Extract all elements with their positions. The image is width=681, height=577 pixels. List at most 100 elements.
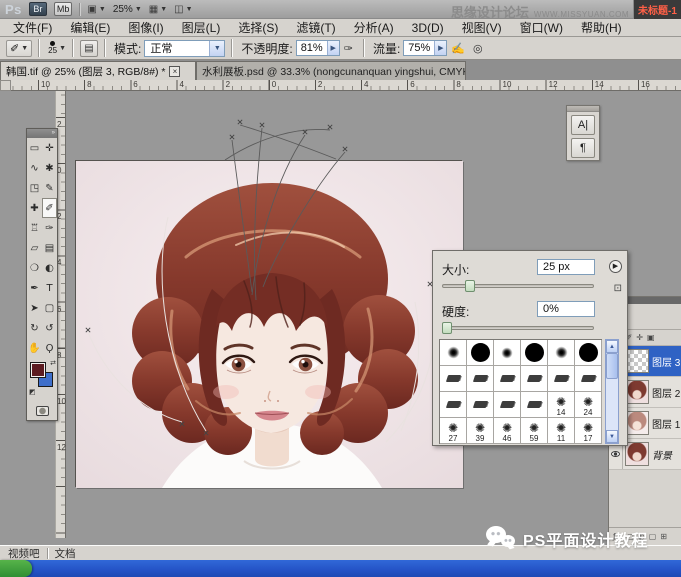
layer-thumbnail[interactable] [625, 349, 649, 373]
brush-preset[interactable] [467, 366, 494, 392]
brush-preset-11[interactable]: ✺11 [548, 418, 575, 444]
brush-hardness-input[interactable]: 0% [537, 301, 595, 317]
group-icon[interactable]: ▢ [649, 532, 657, 541]
brush-preset[interactable] [494, 392, 521, 418]
layer-thumbnail[interactable] [625, 380, 649, 404]
start-button[interactable] [0, 560, 32, 577]
menu-select[interactable]: 选择(S) [229, 19, 287, 36]
dock-header[interactable] [567, 106, 599, 112]
flow-input[interactable]: 75%▶ [403, 40, 447, 56]
brush-preset-59[interactable]: ✺59 [521, 418, 548, 444]
close-icon[interactable]: × [169, 66, 180, 77]
brush-hardness-slider[interactable] [442, 326, 594, 330]
lock-all-icon[interactable]: ▣ [647, 333, 655, 342]
menu-3d[interactable]: 3D(D) [403, 21, 453, 35]
scrollbar-thumb[interactable] [606, 353, 618, 379]
tool-brush[interactable]: ✐ [42, 198, 57, 218]
tool-hand[interactable]: ✋ [27, 338, 42, 358]
zoom-level-button[interactable]: 25%▼ [113, 4, 142, 15]
slider-thumb[interactable] [442, 322, 452, 334]
brush-size-input[interactable]: 25 px [537, 259, 595, 275]
brush-preset[interactable] [467, 392, 494, 418]
tool-move[interactable]: ✛ [42, 138, 57, 158]
brush-preset-17[interactable]: ✺17 [575, 418, 602, 444]
default-colors-icon[interactable]: ◩ [29, 388, 36, 396]
menu-window[interactable]: 窗口(W) [511, 19, 572, 36]
brush-preset-14[interactable]: ✺14 [548, 392, 575, 418]
tool-path-selection[interactable]: ➤ [27, 298, 42, 318]
brush-preset[interactable] [575, 366, 602, 392]
tool-eraser[interactable]: ▱ [27, 238, 42, 258]
brush-preset[interactable] [521, 340, 548, 366]
screen-mode-button[interactable]: ◫▼ [174, 4, 192, 15]
doc-tab-active[interactable]: 韩国.tif @ 25% (图层 3, RGB/8#) * × [0, 61, 196, 80]
tool-pen[interactable]: ✒ [27, 278, 42, 298]
brush-preset-27[interactable]: ✺27 [440, 418, 467, 444]
tool-lasso[interactable]: ∿ [27, 158, 42, 178]
tool-3d-orbit[interactable]: ↺ [42, 318, 57, 338]
tool-zoom[interactable]: Ϙ [42, 338, 57, 358]
horizontal-ruler[interactable]: 1086420246810121416 [0, 80, 681, 91]
tablet-size-icon[interactable]: ◎ [473, 42, 483, 55]
doc-tab-inactive[interactable]: 水利展板.psd @ 33.3% (nongcunanquan yingshui… [196, 61, 466, 80]
brush-preset[interactable] [440, 366, 467, 392]
brush-preset[interactable] [521, 392, 548, 418]
lock-move-icon[interactable]: ✛ [636, 333, 643, 342]
tool-rectangular-marquee[interactable]: ▭ [27, 138, 42, 158]
menu-analysis[interactable]: 分析(A) [345, 19, 403, 36]
airbrush-icon[interactable]: ✍ [451, 42, 465, 55]
brush-preset[interactable] [521, 366, 548, 392]
layer-thumbnail[interactable] [625, 411, 649, 435]
tool-spot-healing-brush[interactable]: ✚ [27, 198, 42, 218]
tool-history-brush[interactable]: ✑ [42, 218, 57, 238]
tool-rectangle-shape[interactable]: ▢ [42, 298, 57, 318]
arrange-documents-button[interactable]: ▣▼ [87, 4, 105, 15]
brush-preset[interactable] [494, 340, 521, 366]
brush-preset[interactable] [440, 340, 467, 366]
tool-quick-selection[interactable]: ✱ [42, 158, 57, 178]
menu-view[interactable]: 视图(V) [453, 19, 511, 36]
preset-scrollbar[interactable]: ▲ ▼ [605, 339, 619, 444]
tool-type[interactable]: T [42, 278, 57, 298]
scroll-down-icon[interactable]: ▼ [606, 430, 618, 443]
untitled-doc-badge[interactable]: 未标题-1 [633, 0, 681, 19]
menu-filter[interactable]: 滤镜(T) [287, 19, 344, 36]
menu-image[interactable]: 图像(I) [119, 19, 172, 36]
scroll-up-icon[interactable]: ▲ [606, 340, 618, 353]
quick-mask-button[interactable] [27, 402, 57, 420]
layer-thumbnail[interactable] [625, 442, 649, 466]
brush-preset-preview[interactable]: 25 [48, 41, 57, 55]
menu-layer[interactable]: 图层(L) [173, 19, 230, 36]
document-canvas[interactable] [75, 160, 462, 487]
character-panel-button[interactable]: A| [571, 115, 595, 135]
tool-preset-picker[interactable]: ✐▼ [6, 40, 32, 57]
menu-help[interactable]: 帮助(H) [572, 19, 631, 36]
tool-eyedropper[interactable]: ✎ [42, 178, 57, 198]
tool-crop[interactable]: ◳ [27, 178, 42, 198]
toggle-brush-panel-button[interactable]: ▤ [80, 40, 98, 57]
tool-3d-rotate[interactable]: ↻ [27, 318, 42, 338]
new-layer-icon[interactable]: ⊞ [660, 532, 667, 541]
opacity-input[interactable]: 81%▶ [296, 40, 340, 56]
blend-mode-select[interactable]: 正常▼ [144, 40, 225, 57]
brush-preset[interactable] [494, 366, 521, 392]
brush-preset[interactable] [548, 340, 575, 366]
tablet-opacity-icon[interactable]: ✑ [344, 42, 353, 55]
minibridge-button[interactable]: Mb [54, 2, 73, 16]
bridge-button[interactable]: Br [29, 2, 47, 16]
slider-thumb[interactable] [465, 280, 475, 292]
menu-edit[interactable]: 编辑(E) [61, 19, 119, 36]
foreground-color-swatch[interactable] [30, 362, 46, 378]
brush-size-slider[interactable] [442, 284, 594, 288]
swap-colors-icon[interactable]: ⇄ [50, 359, 56, 367]
brush-preset[interactable] [440, 392, 467, 418]
brush-preset-39[interactable]: ✺39 [467, 418, 494, 444]
view-extras-button[interactable]: ▦▼ [149, 4, 167, 15]
brush-preset[interactable] [548, 366, 575, 392]
tool-clone-stamp[interactable]: ♖ [27, 218, 42, 238]
menu-file[interactable]: 文件(F) [4, 19, 61, 36]
brush-preset-24[interactable]: ✺24 [575, 392, 602, 418]
paragraph-panel-button[interactable]: ¶ [571, 138, 595, 158]
tool-gradient[interactable]: ▤ [42, 238, 57, 258]
brush-preset-46[interactable]: ✺46 [494, 418, 521, 444]
